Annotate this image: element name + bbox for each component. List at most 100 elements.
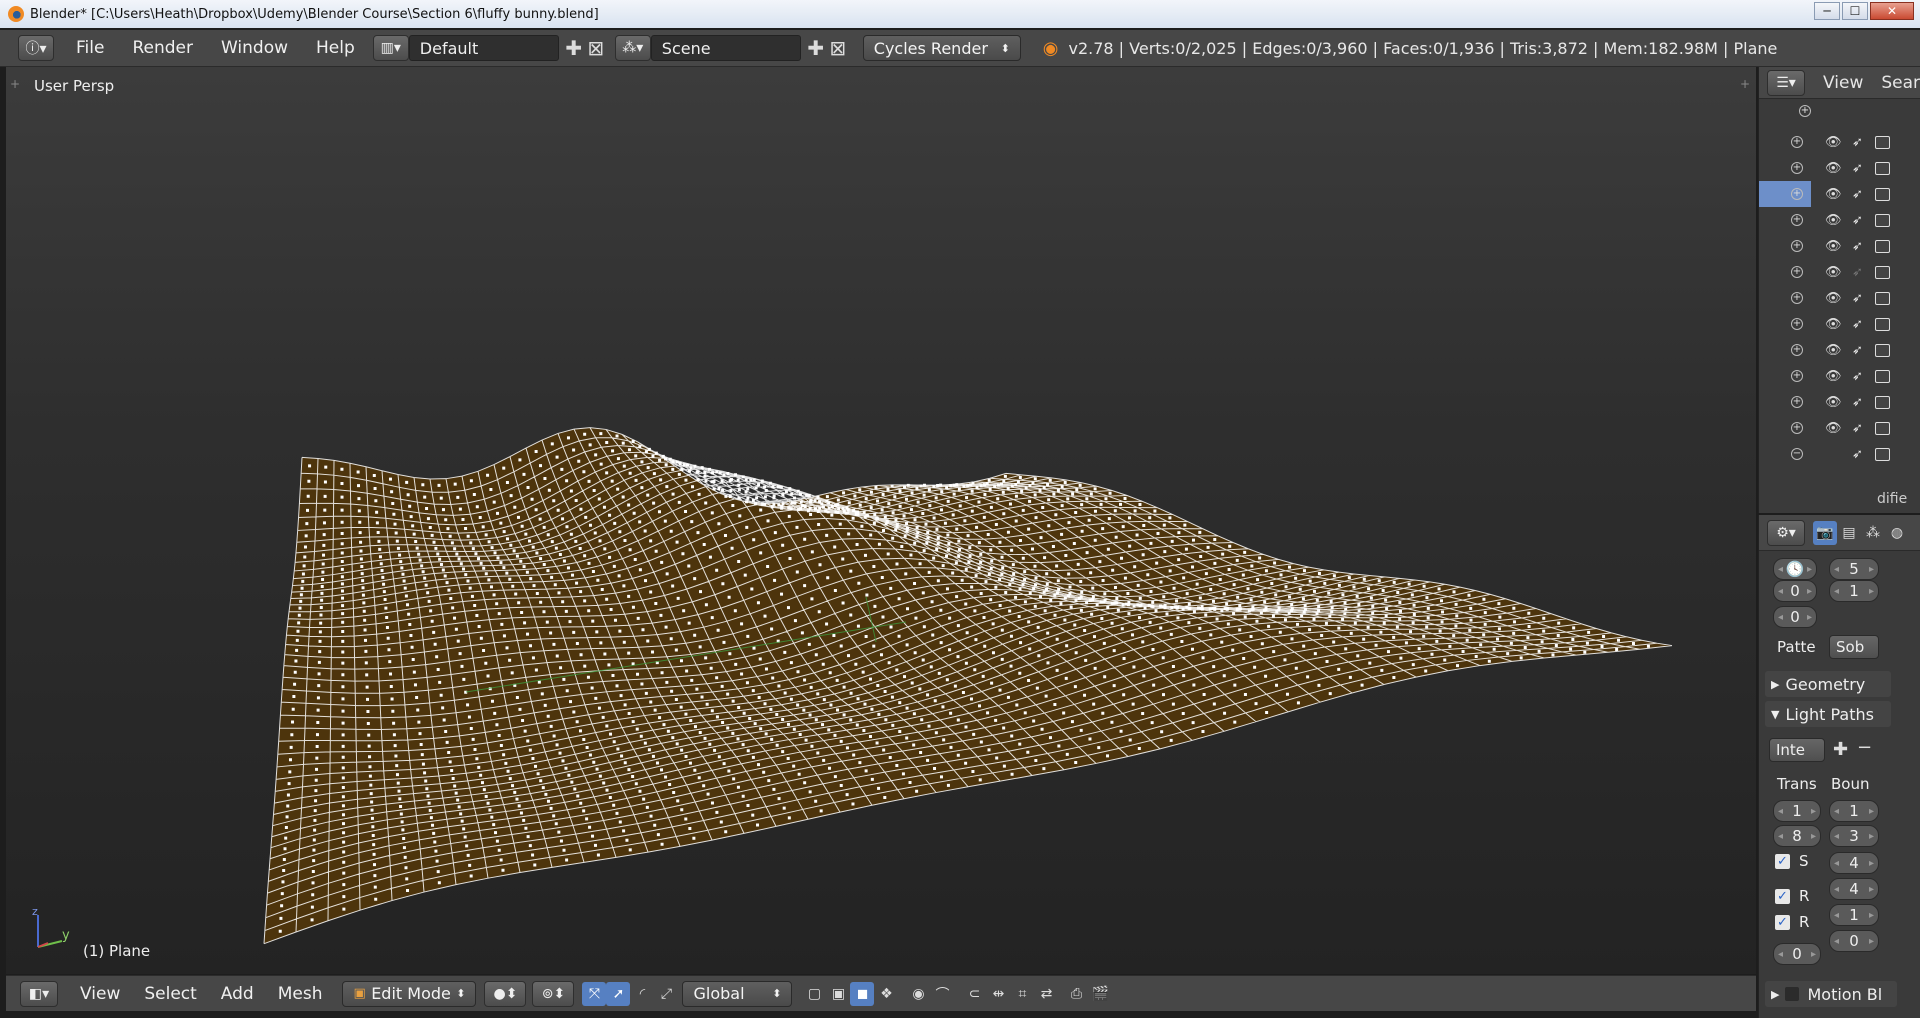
- outliner-panel[interactable]: ☰▾ View Sear + + 👁 ➶ + 👁 ➶ + 👁 ➶ + 👁 ➶ + 👁 ➶ + 👁 ➶ + 👁 ➶ + 👁 ➶ +…: [1758, 67, 1920, 513]
- edge-select-mode-icon[interactable]: ▣: [826, 982, 850, 1006]
- properties-panel[interactable]: ⚙▾ 📷 ▤ ⁂ ◍ 🕓 0 0 5 1 Patte Sob ▶ Geometr…: [1758, 515, 1920, 1018]
- snap-element-icon[interactable]: ⇹: [986, 982, 1010, 1006]
- delete-layout-icon[interactable]: ⊠: [585, 36, 607, 60]
- mode-dropdown[interactable]: ▣ Edit Mode ⬍: [342, 980, 477, 1007]
- visibility-eye-icon[interactable]: 👁: [1825, 239, 1842, 254]
- expand-icon[interactable]: +: [1791, 344, 1803, 356]
- outliner-row[interactable]: + 👁 ➶: [1759, 389, 1920, 415]
- renderability-camera-icon[interactable]: [1875, 187, 1890, 201]
- outliner-view-menu[interactable]: View: [1823, 73, 1863, 93]
- add-scene-icon[interactable]: ✚: [805, 36, 827, 60]
- renderability-camera-icon[interactable]: [1875, 161, 1890, 175]
- selectability-cursor-icon[interactable]: ➶: [1852, 265, 1863, 280]
- volume-bounce-field[interactable]: 0: [1829, 930, 1879, 952]
- outliner-row[interactable]: − ➶: [1759, 441, 1920, 467]
- expand-icon[interactable]: −: [1791, 448, 1803, 460]
- menu-file[interactable]: File: [62, 38, 118, 58]
- refractive-caustics-checkbox[interactable]: ✓: [1775, 915, 1790, 930]
- motion-blur-checkbox[interactable]: [1785, 987, 1800, 1001]
- close-button[interactable]: ✕: [1870, 2, 1914, 20]
- editor-type-outliner-button[interactable]: ☰▾: [1767, 69, 1805, 96]
- menu-view[interactable]: View: [68, 984, 132, 1004]
- render-layers-tab-icon[interactable]: ▤: [1837, 521, 1861, 545]
- expand-icon[interactable]: +: [1791, 162, 1803, 174]
- outliner-row[interactable]: + 👁 ➶: [1759, 155, 1920, 181]
- selectability-cursor-icon[interactable]: ➶: [1852, 317, 1863, 332]
- renderability-camera-icon[interactable]: [1875, 317, 1890, 331]
- diffuse-bounce-field[interactable]: 4: [1829, 852, 1879, 874]
- bounce-min-field[interactable]: 3: [1829, 825, 1879, 847]
- outliner-row[interactable]: + 👁 ➶: [1759, 207, 1920, 233]
- pattern-dropdown[interactable]: Sob: [1829, 635, 1879, 659]
- selectability-cursor-icon[interactable]: ➶: [1852, 213, 1863, 228]
- menu-render[interactable]: Render: [118, 38, 207, 58]
- render-animation-icon[interactable]: 🎬: [1088, 982, 1112, 1006]
- snap-magnet-icon[interactable]: ⊂: [962, 982, 986, 1006]
- visibility-eye-icon[interactable]: 👁: [1825, 421, 1842, 436]
- scene-tab-icon[interactable]: ⁂: [1861, 521, 1885, 545]
- manipulator-toggle-icon[interactable]: ⤧: [582, 981, 607, 1006]
- menu-select[interactable]: Select: [132, 984, 208, 1004]
- integrator-preset-dropdown[interactable]: Inte: [1769, 738, 1825, 762]
- visibility-eye-icon[interactable]: 👁: [1825, 265, 1842, 280]
- add-layout-icon[interactable]: ✚: [563, 36, 585, 60]
- menu-mesh[interactable]: Mesh: [266, 984, 335, 1004]
- renderability-camera-icon[interactable]: [1875, 395, 1890, 409]
- 3d-viewport[interactable]: + + User Persp y z (1) Plane: [6, 67, 1756, 974]
- selectability-cursor-icon[interactable]: ➶: [1852, 343, 1863, 358]
- selectability-cursor-icon[interactable]: ➶: [1852, 135, 1863, 150]
- editor-type-properties-button[interactable]: ⚙▾: [1767, 519, 1805, 546]
- renderability-camera-icon[interactable]: [1875, 369, 1890, 383]
- reflective-caustics-checkbox[interactable]: ✓: [1775, 889, 1790, 904]
- renderability-camera-icon[interactable]: [1875, 213, 1890, 227]
- renderability-camera-icon[interactable]: [1875, 343, 1890, 357]
- proportional-edit-icon[interactable]: ◉: [906, 982, 930, 1006]
- render-tab-icon[interactable]: 📷: [1813, 520, 1837, 545]
- prop-field-left-2[interactable]: 0: [1773, 606, 1817, 628]
- translate-manipulator-icon[interactable]: ➚: [606, 981, 631, 1006]
- menu-window[interactable]: Window: [207, 38, 302, 58]
- face-select-mode-icon[interactable]: ◼: [850, 981, 875, 1006]
- motion-blur-panel-header[interactable]: ▶ Motion Bl: [1765, 981, 1897, 1007]
- maximize-button[interactable]: ☐: [1842, 2, 1868, 20]
- mirror-icon[interactable]: ⇄: [1034, 982, 1058, 1006]
- snap-target-icon[interactable]: ⌗: [1010, 982, 1034, 1006]
- remove-preset-icon[interactable]: −: [1857, 737, 1872, 758]
- visibility-eye-icon[interactable]: 👁: [1825, 213, 1842, 228]
- add-preset-icon[interactable]: ✚: [1833, 739, 1848, 760]
- minimize-button[interactable]: ─: [1814, 2, 1840, 20]
- outliner-row[interactable]: + 👁 ➶: [1759, 129, 1920, 155]
- terrain-mesh[interactable]: [6, 67, 1756, 974]
- visibility-eye-icon[interactable]: 👁: [1825, 369, 1842, 384]
- selectability-cursor-icon[interactable]: ➶: [1852, 291, 1863, 306]
- scene-field[interactable]: Scene: [650, 35, 801, 61]
- selectability-cursor-icon[interactable]: ➶: [1852, 395, 1863, 410]
- prop-field-right-0[interactable]: 5: [1829, 558, 1879, 580]
- renderability-camera-icon[interactable]: [1875, 447, 1890, 461]
- falloff-curve-icon[interactable]: ⌒: [930, 982, 954, 1006]
- viewport-shading-dropdown[interactable]: ●⬍: [484, 980, 527, 1007]
- visibility-eye-icon[interactable]: 👁: [1825, 135, 1842, 150]
- outliner-row[interactable]: + 👁 ➶: [1759, 259, 1920, 285]
- renderability-camera-icon[interactable]: [1875, 135, 1890, 149]
- renderability-camera-icon[interactable]: [1875, 291, 1890, 305]
- bounce-max-field[interactable]: 1: [1829, 800, 1879, 822]
- menu-add[interactable]: Add: [209, 984, 266, 1004]
- visibility-eye-icon[interactable]: 👁: [1825, 395, 1842, 410]
- prop-field-right-1[interactable]: 1: [1829, 580, 1879, 602]
- outliner-row[interactable]: + 👁 ➶: [1759, 337, 1920, 363]
- pivot-point-dropdown[interactable]: ⊚⬍: [532, 980, 575, 1007]
- expand-icon[interactable]: +: [1791, 214, 1803, 226]
- visibility-eye-icon[interactable]: 👁: [1825, 161, 1842, 176]
- outliner-row[interactable]: + 👁 ➶: [1759, 285, 1920, 311]
- delete-scene-icon[interactable]: ⊠: [827, 36, 849, 60]
- expand-icon[interactable]: +: [1791, 266, 1803, 278]
- expand-icon[interactable]: +: [1791, 240, 1803, 252]
- render-engine-dropdown[interactable]: Cycles Render ⬍: [862, 35, 1021, 61]
- renderability-camera-icon[interactable]: [1875, 265, 1890, 279]
- expand-icon[interactable]: +: [1791, 318, 1803, 330]
- outliner-row[interactable]: + 👁 ➶: [1759, 415, 1920, 441]
- selectability-cursor-icon[interactable]: ➶: [1852, 187, 1863, 202]
- menu-help[interactable]: Help: [302, 38, 369, 58]
- clock-field[interactable]: 🕓: [1773, 558, 1817, 580]
